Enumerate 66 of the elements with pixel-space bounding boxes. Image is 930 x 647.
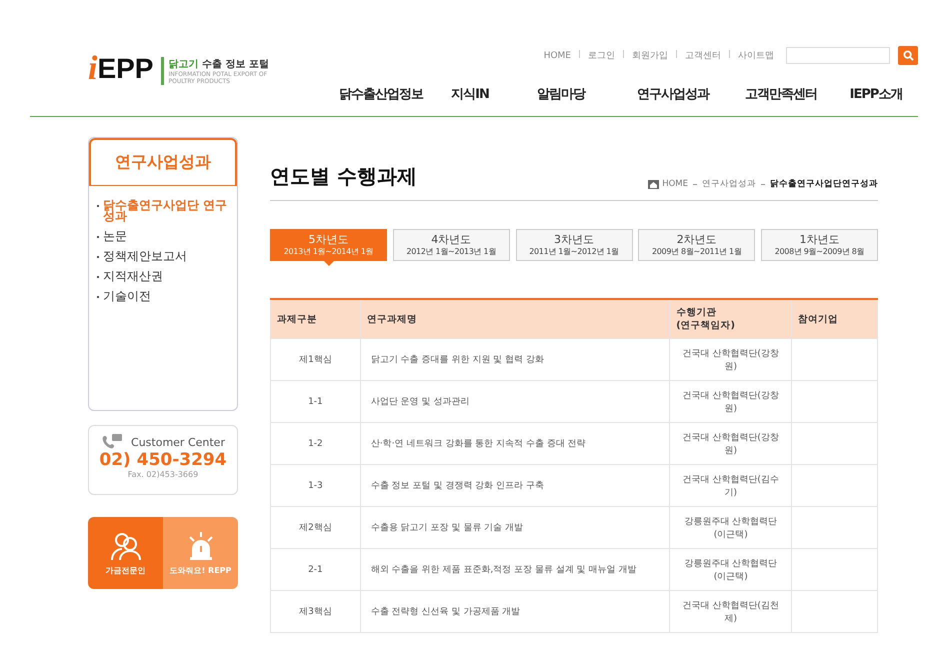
year-tab[interactable]: 3차년도 2011년 1월~2012년 1월 bbox=[516, 229, 632, 261]
logo-tagline: 닭고기 수출 정보 포털 bbox=[168, 58, 270, 71]
sidebar-item-label: 정책제안보고서 bbox=[103, 251, 187, 262]
sidebar-item-label: 기술이전 bbox=[103, 291, 151, 302]
table-cell: 수출 정보 포털 및 경쟁력 강화 인프라 구축 bbox=[360, 464, 670, 506]
table-cell: 제1핵심 bbox=[270, 338, 360, 380]
logo-mark: i bbox=[88, 55, 98, 83]
table-cell: 사업단 운영 및 성과관리 bbox=[360, 380, 670, 422]
table-cell: 건국대 산학협력단(김수기) bbox=[670, 464, 792, 506]
table-cell: 2-1 bbox=[270, 548, 360, 590]
home-icon bbox=[648, 180, 660, 188]
nav-item[interactable]: 고객만족센터 bbox=[728, 85, 834, 103]
nav-item[interactable]: 닭수출산업정보 bbox=[326, 85, 436, 103]
sidebar-item[interactable]: 기술이전 bbox=[97, 291, 229, 302]
table-cell: 1-2 bbox=[270, 422, 360, 464]
breadcrumb-item: 닭수출연구사업단연구성과 bbox=[770, 178, 878, 190]
table-cell: 건국대 산학협력단(강창원) bbox=[670, 422, 792, 464]
table-cell: 강릉원주대 산학협력단(이근택) bbox=[670, 506, 792, 548]
table-cell: 산·학·연 네트워크 강화를 통한 지속적 수출 증대 전략 bbox=[360, 422, 670, 464]
search-field[interactable] bbox=[786, 47, 890, 64]
phone-icon bbox=[101, 434, 124, 450]
tab-pointer-icon bbox=[324, 261, 334, 266]
sidebar-item-label: 지적재산권 bbox=[103, 271, 163, 282]
table-cell: 닭고기 수출 증대를 위한 지원 및 협력 강화 bbox=[360, 338, 670, 380]
phone-number: 02) 450-3294 bbox=[99, 450, 227, 470]
column-header: 연구과제명 bbox=[360, 299, 670, 338]
table-cell: 건국대 산학협력단(강창원) bbox=[670, 380, 792, 422]
logo-name: EPP bbox=[97, 55, 154, 83]
table-cell: 제3핵심 bbox=[270, 590, 360, 632]
customer-center-title: Customer Center bbox=[131, 436, 225, 448]
column-header: 과제구분 bbox=[270, 299, 360, 338]
utility-link[interactable]: 로그인 bbox=[579, 49, 615, 62]
search-icon bbox=[902, 50, 914, 61]
table-cell: 수출용 닭고기 포장 및 물류 기술 개발 bbox=[360, 506, 670, 548]
table-cell: 제2핵심 bbox=[270, 506, 360, 548]
search-button[interactable] bbox=[898, 46, 918, 65]
nav-item[interactable]: 지식IN bbox=[436, 85, 504, 103]
people-icon bbox=[108, 530, 142, 560]
column-header: 참여기업 bbox=[792, 299, 878, 338]
sidebar-item-label: 논문 bbox=[103, 231, 127, 242]
nav-item[interactable]: 알림마당 bbox=[504, 85, 618, 103]
utility-link[interactable]: HOME bbox=[544, 50, 571, 60]
table-cell: 건국대 산학협력단(김천제) bbox=[670, 590, 792, 632]
nav-item[interactable]: 연구사업성과 bbox=[618, 85, 728, 103]
sidebar-item[interactable]: 지적재산권 bbox=[97, 271, 229, 282]
sidebar-title: 연구사업성과 bbox=[89, 138, 237, 186]
breadcrumb-item[interactable]: 연구사업성과 bbox=[702, 178, 756, 190]
table-cell: 강릉원주대 산학협력단(이근택) bbox=[670, 548, 792, 590]
table-cell: 1-3 bbox=[270, 464, 360, 506]
year-tab[interactable]: 4차년도 2012년 1월~2013년 1월 bbox=[392, 229, 510, 261]
sidebar-item[interactable]: 정책제안보고서 bbox=[97, 251, 229, 262]
table-cell: 수출 전략형 신선육 및 가공제품 개발 bbox=[360, 590, 670, 632]
nav-item[interactable]: IEPP소개 bbox=[834, 85, 918, 103]
table-cell: 1-1 bbox=[270, 380, 360, 422]
fax-number: Fax. 02)453-3669 bbox=[128, 470, 198, 479]
column-header: 수행기관 (연구책임자) bbox=[670, 299, 792, 338]
year-tab[interactable]: 2차년도 2009년 8월~2011년 1월 bbox=[638, 229, 756, 261]
utility-link[interactable]: 회원가입 bbox=[623, 49, 668, 62]
table-cell: 해외 수출을 위한 제품 표준화,적정 포장 물류 설계 및 매뉴얼 개발 bbox=[360, 548, 670, 590]
breadcrumb-item[interactable]: HOME bbox=[662, 179, 688, 189]
year-tab[interactable]: 1차년도 2008년 9월~2009년 8월 bbox=[761, 229, 878, 261]
utility-link[interactable]: 사이트맵 bbox=[729, 49, 774, 62]
utility-link[interactable]: 고객센터 bbox=[676, 49, 721, 62]
sidebar-item[interactable]: 논문 bbox=[97, 231, 229, 242]
page-title: 연도별 수행과제 bbox=[270, 163, 417, 190]
table-cell: 건국대 산학협력단(강창원) bbox=[670, 338, 792, 380]
